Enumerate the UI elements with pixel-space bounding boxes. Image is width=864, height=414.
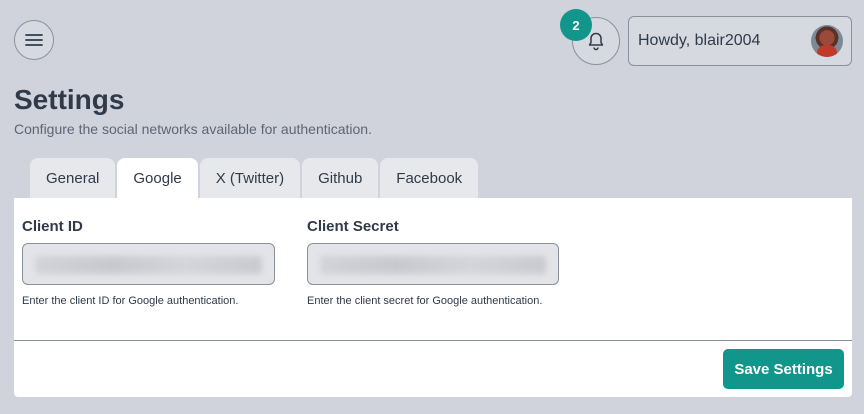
page-subtitle: Configure the social networks available … <box>14 121 372 137</box>
page-title: Settings <box>14 84 125 115</box>
client-secret-field-group: Client Secret Enter the client secret fo… <box>307 218 559 307</box>
tab-github[interactable]: Github <box>302 158 379 198</box>
client-secret-value-redacted <box>320 256 546 274</box>
client-secret-input[interactable] <box>307 243 559 285</box>
client-id-value-redacted <box>35 256 262 274</box>
client-id-input[interactable] <box>22 243 275 285</box>
user-greeting: Howdy, blair2004 <box>638 32 761 49</box>
notification-count-badge: 2 <box>560 9 592 41</box>
client-secret-label: Client Secret <box>307 218 399 235</box>
hamburger-menu-icon <box>25 34 43 46</box>
tab-google[interactable]: Google <box>117 158 198 198</box>
client-id-label: Client ID <box>22 218 83 235</box>
tab-x-twitter[interactable]: X (Twitter) <box>199 158 301 198</box>
settings-panel: Client ID Enter the client ID for Google… <box>14 198 852 397</box>
user-avatar <box>811 25 843 57</box>
client-id-help: Enter the client ID for Google authentic… <box>22 295 239 307</box>
panel-divider <box>14 340 852 341</box>
save-settings-button[interactable]: Save Settings <box>723 349 844 389</box>
settings-tabs: General Google X (Twitter) Github Facebo… <box>30 158 479 198</box>
user-menu[interactable]: Howdy, blair2004 <box>628 16 852 66</box>
tab-general[interactable]: General <box>30 158 116 198</box>
menu-button[interactable] <box>14 20 54 60</box>
client-id-field-group: Client ID Enter the client ID for Google… <box>22 218 275 307</box>
client-secret-help: Enter the client secret for Google authe… <box>307 295 543 307</box>
tab-facebook[interactable]: Facebook <box>380 158 479 198</box>
